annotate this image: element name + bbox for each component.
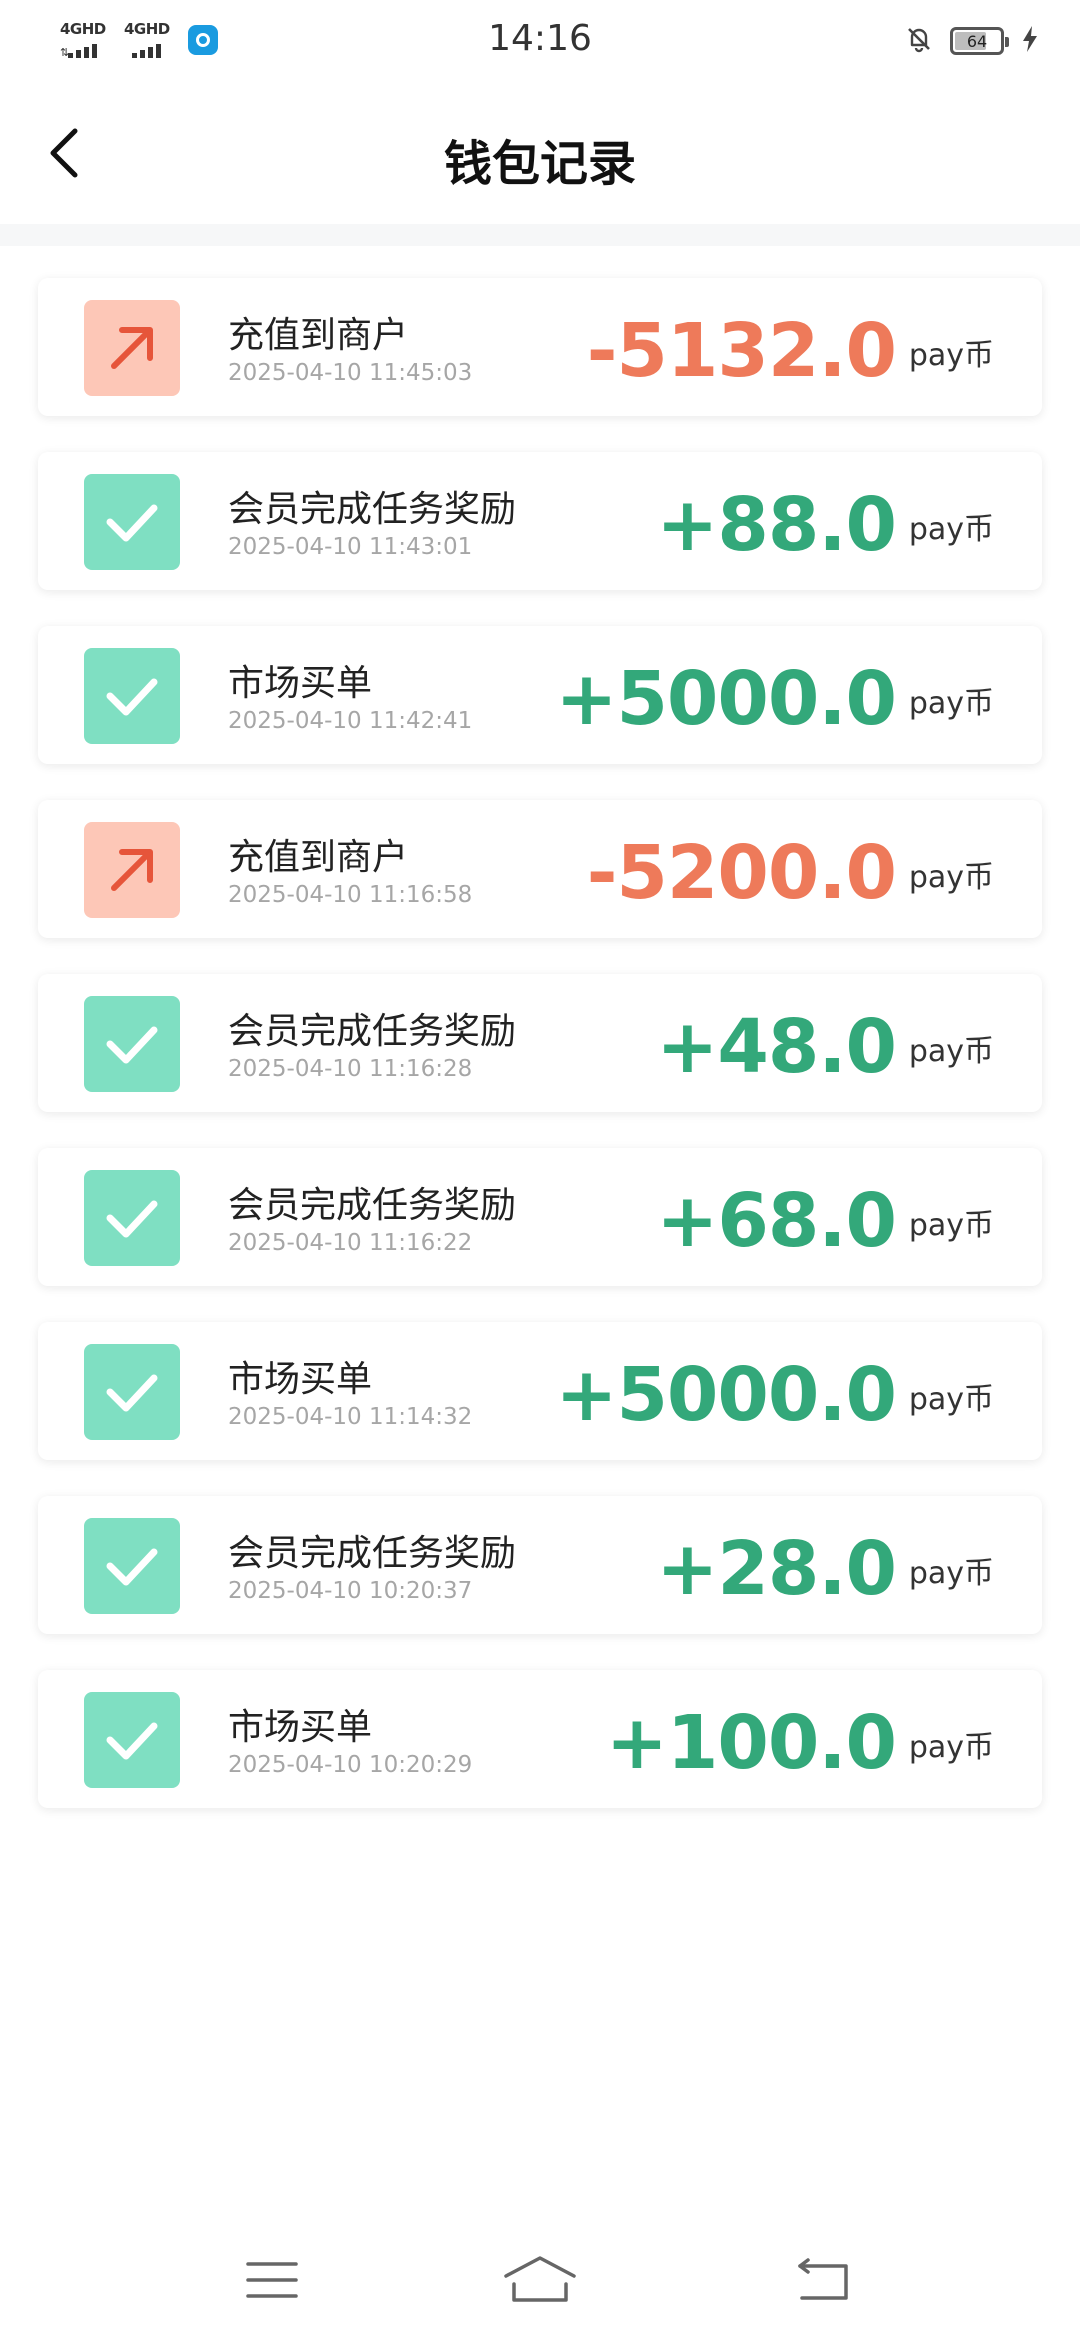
check-icon xyxy=(84,996,180,1092)
check-icon xyxy=(84,1344,180,1440)
record-amount: +28.0 xyxy=(656,1526,897,1612)
arrow-up-right-icon xyxy=(84,300,180,396)
record-time: 2025-04-10 11:14:32 xyxy=(228,1404,473,1430)
menu-button[interactable] xyxy=(232,2240,312,2320)
check-icon xyxy=(84,1692,180,1788)
record-unit: pay币 xyxy=(908,512,994,547)
record-time: 2025-04-10 11:42:41 xyxy=(228,708,473,734)
record-time: 2025-04-10 11:16:58 xyxy=(228,882,473,908)
record-card[interactable]: 会员完成任务奖励 2025-04-10 10:20:37 +28.0 pay币 xyxy=(38,1496,1042,1634)
record-title: 会员完成任务奖励 xyxy=(228,1011,517,1052)
battery-level: 64 xyxy=(966,31,988,51)
status-bar: 4GHD ⇅ 4GHD 14:16 64 xyxy=(0,0,1080,84)
record-title: 会员完成任务奖励 xyxy=(228,489,517,530)
record-card[interactable]: 市场买单 2025-04-10 11:42:41 +5000.0 pay币 xyxy=(38,626,1042,764)
record-card[interactable]: 市场买单 2025-04-10 10:20:29 +100.0 pay币 xyxy=(38,1670,1042,1808)
record-unit: pay币 xyxy=(908,1556,994,1591)
record-amount: +5000.0 xyxy=(555,656,897,742)
record-unit: pay币 xyxy=(908,1208,994,1243)
record-amount: +68.0 xyxy=(656,1178,897,1264)
back-icon xyxy=(798,2258,848,2300)
record-amount: -5132.0 xyxy=(586,308,897,394)
record-time: 2025-04-10 11:16:22 xyxy=(228,1230,473,1256)
battery-icon: 64 xyxy=(950,27,1009,55)
record-amount: +5000.0 xyxy=(555,1352,897,1438)
page-title: 钱包记录 xyxy=(443,136,636,192)
record-amount: +48.0 xyxy=(656,1004,897,1090)
record-list: 充值到商户 2025-04-10 11:45:03 -5132.0 pay币 会员完成任… xyxy=(38,278,1042,1844)
check-icon xyxy=(84,1170,180,1266)
check-icon xyxy=(84,474,180,570)
home-button[interactable] xyxy=(500,2240,580,2320)
record-title: 会员完成任务奖励 xyxy=(228,1533,517,1574)
nav-bar xyxy=(0,2220,1080,2340)
record-title: 市场买单 xyxy=(228,1359,373,1400)
record-title: 会员完成任务奖励 xyxy=(228,1185,517,1226)
menu-icon xyxy=(246,2262,298,2298)
record-card[interactable]: 充值到商户 2025-04-10 11:45:03 -5132.0 pay币 xyxy=(38,278,1042,416)
record-unit: pay币 xyxy=(908,338,994,373)
record-unit: pay币 xyxy=(908,860,994,895)
record-card[interactable]: 会员完成任务奖励 2025-04-10 11:16:28 +48.0 pay币 xyxy=(38,974,1042,1112)
nav-back-button[interactable] xyxy=(784,2240,864,2320)
record-title: 市场买单 xyxy=(228,1707,373,1748)
charging-icon xyxy=(1020,24,1040,58)
home-icon xyxy=(504,2256,576,2302)
record-unit: pay币 xyxy=(908,1730,994,1765)
record-amount: +88.0 xyxy=(656,482,897,568)
check-icon xyxy=(84,1518,180,1614)
record-title: 充值到商户 xyxy=(228,837,409,878)
header-divider xyxy=(0,224,1080,246)
record-unit: pay币 xyxy=(908,1034,994,1069)
check-icon xyxy=(84,648,180,744)
record-card[interactable]: 市场买单 2025-04-10 11:14:32 +5000.0 pay币 xyxy=(38,1322,1042,1460)
record-card[interactable]: 会员完成任务奖励 2025-04-10 11:43:01 +88.0 pay币 xyxy=(38,452,1042,590)
status-right: 64 xyxy=(904,24,1040,58)
record-card[interactable]: 会员完成任务奖励 2025-04-10 11:16:22 +68.0 pay币 xyxy=(38,1148,1042,1286)
header: 钱包记录 xyxy=(0,84,1080,224)
record-amount: +100.0 xyxy=(605,1700,897,1786)
record-title: 充值到商户 xyxy=(228,315,409,356)
record-time: 2025-04-10 11:43:01 xyxy=(228,534,473,560)
record-unit: pay币 xyxy=(908,686,994,721)
record-card[interactable]: 充值到商户 2025-04-10 11:16:58 -5200.0 pay币 xyxy=(38,800,1042,938)
arrow-up-right-icon xyxy=(84,822,180,918)
record-unit: pay币 xyxy=(908,1382,994,1417)
mute-bell-icon xyxy=(904,24,934,58)
record-title: 市场买单 xyxy=(228,663,373,704)
record-amount: -5200.0 xyxy=(586,830,897,916)
record-time: 2025-04-10 10:20:37 xyxy=(228,1578,473,1604)
record-time: 2025-04-10 11:16:28 xyxy=(228,1056,473,1082)
record-time: 2025-04-10 10:20:29 xyxy=(228,1752,473,1778)
record-time: 2025-04-10 11:45:03 xyxy=(228,360,473,386)
